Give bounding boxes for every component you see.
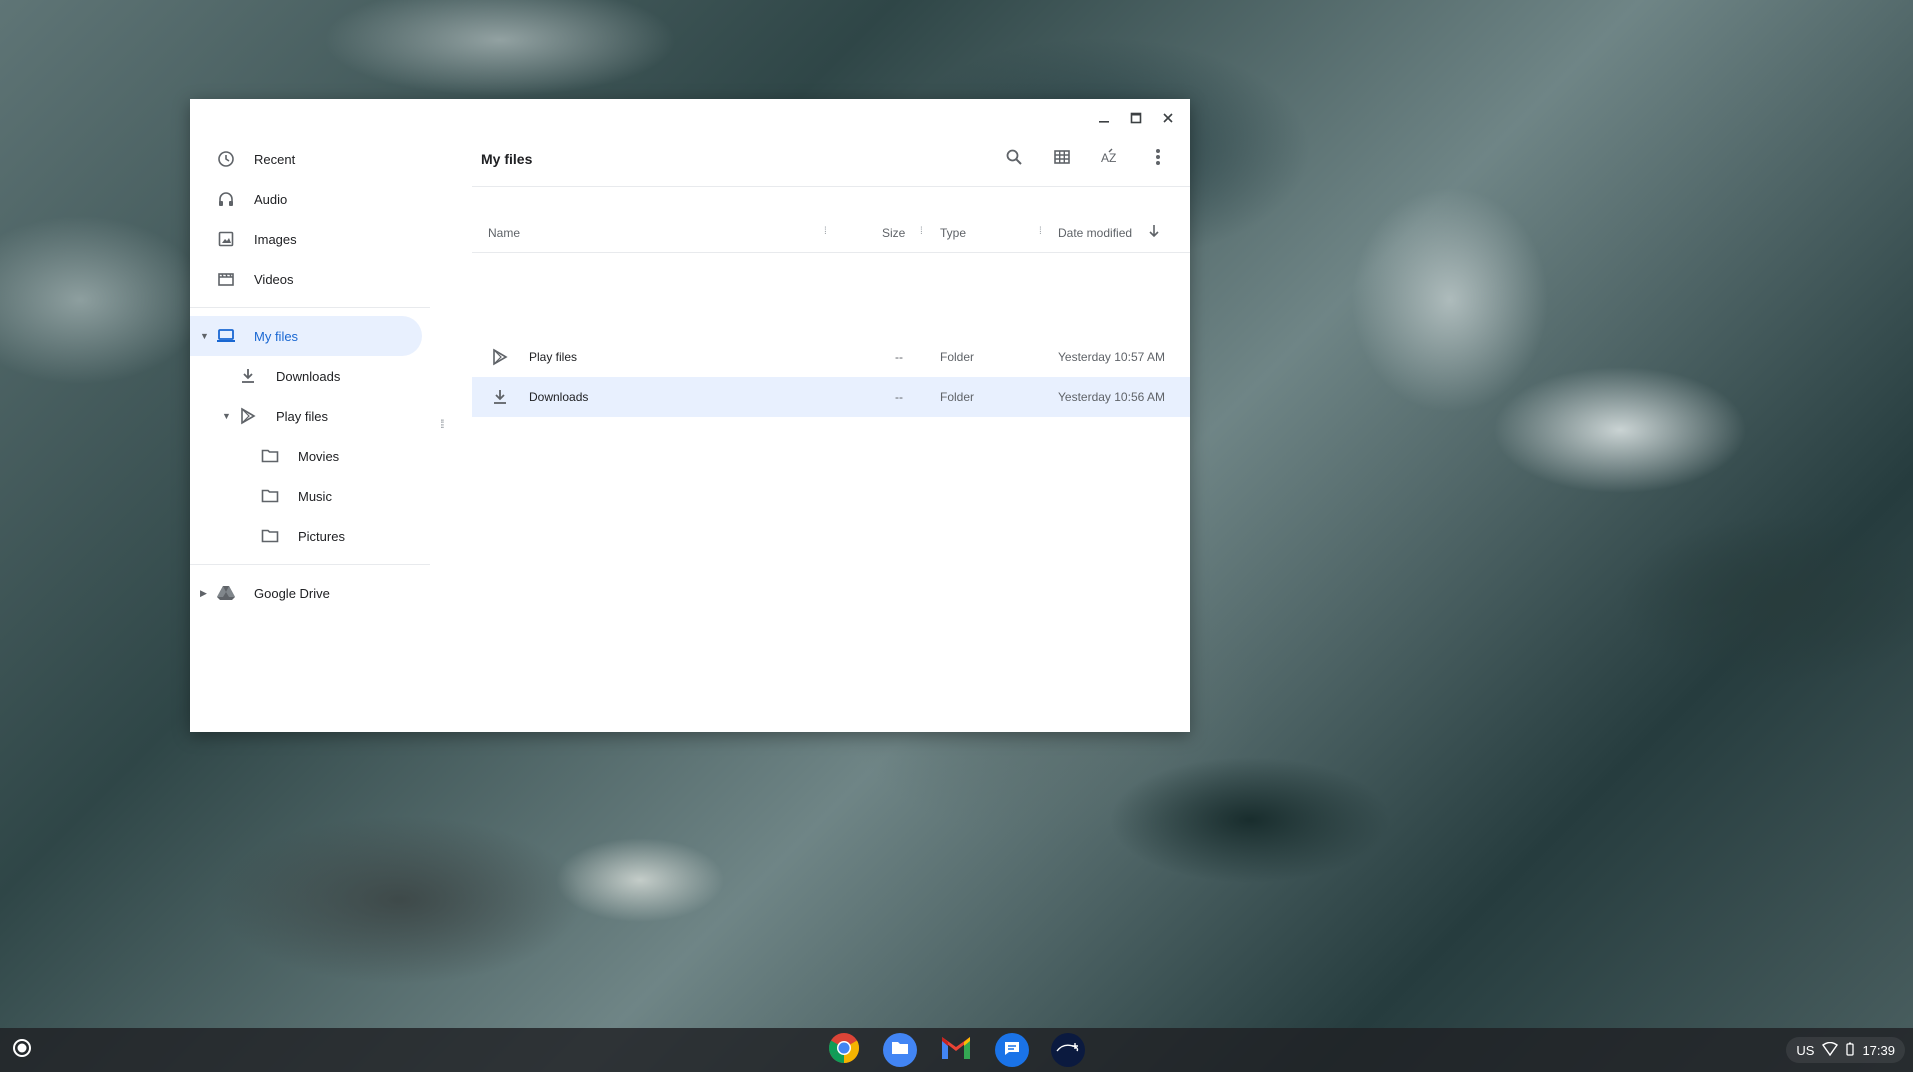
sidebar-divider xyxy=(190,307,430,308)
messages-icon xyxy=(1002,1038,1022,1063)
download-icon xyxy=(238,366,258,386)
sidebar-item-pictures[interactable]: Pictures xyxy=(190,516,422,556)
sidebar-item-images[interactable]: Images xyxy=(190,219,422,259)
sidebar-item-label: Pictures xyxy=(298,528,345,544)
image-icon xyxy=(216,229,236,249)
film-icon xyxy=(216,269,236,289)
laptop-icon xyxy=(216,326,236,346)
messages-app-button[interactable] xyxy=(995,1033,1029,1067)
sidebar-item-my-files[interactable]: ▼ My files xyxy=(190,316,422,356)
file-name: Downloads xyxy=(529,390,589,404)
sort-az-icon: AZ xyxy=(1100,148,1120,171)
disney-plus-app-button[interactable] xyxy=(1051,1033,1085,1067)
sidebar-item-audio[interactable]: Audio xyxy=(190,179,422,219)
chrome-icon xyxy=(827,1031,861,1070)
file-date: Yesterday 10:57 AM xyxy=(1058,350,1165,364)
more-vert-icon xyxy=(1155,148,1161,171)
keyboard-layout-label: US xyxy=(1796,1042,1815,1058)
column-resize-grip-icon[interactable]: ⁞ xyxy=(824,226,827,237)
sidebar-item-recent[interactable]: Recent xyxy=(190,139,422,179)
sidebar-item-label: Music xyxy=(298,488,332,504)
grid-view-button[interactable] xyxy=(1038,139,1086,179)
sidebar-item-label: Google Drive xyxy=(254,585,330,601)
pinned-apps xyxy=(827,1031,1085,1070)
column-header-name[interactable]: Name xyxy=(488,226,520,240)
sidebar-item-label: My files xyxy=(254,328,299,344)
file-size: -- xyxy=(895,390,903,404)
drive-icon xyxy=(216,583,236,603)
search-icon xyxy=(1005,148,1023,171)
sidebar-item-label: Movies xyxy=(298,448,340,464)
file-date: Yesterday 10:56 AM xyxy=(1058,390,1165,404)
sidebar-resize-handle[interactable]: ⁞⁞ xyxy=(440,418,444,430)
table-row[interactable]: Downloads -- Folder Yesterday 10:56 AM xyxy=(472,377,1190,417)
page-title: My files xyxy=(481,151,533,167)
folder-icon xyxy=(260,526,280,546)
expand-arrow-icon[interactable]: ▼ xyxy=(222,411,231,421)
file-type: Folder xyxy=(940,390,975,404)
wifi-icon xyxy=(1822,1041,1839,1059)
gmail-icon xyxy=(939,1034,973,1067)
battery-icon xyxy=(1846,1042,1855,1059)
status-tray[interactable]: US 17:39 xyxy=(1786,1037,1905,1063)
launcher-button[interactable] xyxy=(8,1036,36,1064)
navigation-sidebar: Recent Audio Images Videos ▼ My files Do… xyxy=(190,99,444,732)
sidebar-item-label: Images xyxy=(254,231,297,247)
files-app-button[interactable] xyxy=(883,1033,917,1067)
sidebar-item-music[interactable]: Music xyxy=(190,476,422,516)
shelf: US 17:39 xyxy=(0,1028,1913,1072)
download-icon xyxy=(490,387,510,407)
clock-time: 17:39 xyxy=(1862,1042,1895,1058)
expand-arrow-icon[interactable]: ▼ xyxy=(200,331,209,341)
gmail-app-button[interactable] xyxy=(939,1033,973,1067)
more-options-button[interactable] xyxy=(1134,139,1182,179)
column-resize-grip-icon[interactable]: ⁞ xyxy=(1039,226,1042,237)
column-resize-grip-icon[interactable]: ⁞ xyxy=(920,226,923,237)
file-size: -- xyxy=(895,350,903,364)
sidebar-item-play-files[interactable]: ▼ Play files xyxy=(190,396,422,436)
chrome-app-button[interactable] xyxy=(827,1031,861,1070)
column-header-date[interactable]: Date modified xyxy=(1058,226,1132,240)
files-icon xyxy=(890,1039,910,1062)
sidebar-item-label: Play files xyxy=(276,408,329,424)
column-header-size[interactable]: Size xyxy=(882,226,905,240)
sidebar-item-label: Downloads xyxy=(276,368,341,384)
file-list-pane: My files AZ Name ⁞ Size ⁞ Type ⁞ Date mo… xyxy=(472,99,1190,732)
launcher-icon xyxy=(12,1038,32,1063)
folder-icon xyxy=(260,486,280,506)
sort-button[interactable]: AZ xyxy=(1086,139,1134,179)
sidebar-item-videos[interactable]: Videos xyxy=(190,259,422,299)
toolbar: AZ xyxy=(990,139,1182,179)
table-row[interactable]: Play files -- Folder Yesterday 10:57 AM xyxy=(472,337,1190,377)
column-header-type[interactable]: Type xyxy=(940,226,966,240)
play-store-icon xyxy=(238,406,258,426)
expand-arrow-icon[interactable]: ▶ xyxy=(200,588,207,599)
sidebar-divider xyxy=(190,564,430,565)
svg-text:AZ: AZ xyxy=(1101,151,1116,165)
headphones-icon xyxy=(216,189,236,209)
clock-icon xyxy=(216,149,236,169)
sidebar-item-label: Videos xyxy=(254,271,294,287)
play-store-icon xyxy=(490,347,510,367)
sidebar-item-movies[interactable]: Movies xyxy=(190,436,422,476)
file-name: Play files xyxy=(529,350,578,364)
sidebar-item-downloads[interactable]: Downloads xyxy=(190,356,422,396)
disney-plus-icon xyxy=(1055,1041,1081,1060)
files-app-window: Recent Audio Images Videos ▼ My files Do… xyxy=(190,99,1190,732)
sidebar-item-label: Audio xyxy=(254,191,288,207)
folder-icon xyxy=(260,446,280,466)
sort-descending-arrow-icon[interactable] xyxy=(1148,224,1160,241)
sidebar-item-label: Recent xyxy=(254,151,296,167)
column-header-row: Name ⁞ Size ⁞ Type ⁞ Date modified xyxy=(472,213,1190,253)
search-button[interactable] xyxy=(990,139,1038,179)
grid-view-icon xyxy=(1053,148,1071,171)
sidebar-item-google-drive[interactable]: ▶ Google Drive xyxy=(190,573,422,613)
file-type: Folder xyxy=(940,350,975,364)
toolbar-divider xyxy=(472,186,1190,187)
